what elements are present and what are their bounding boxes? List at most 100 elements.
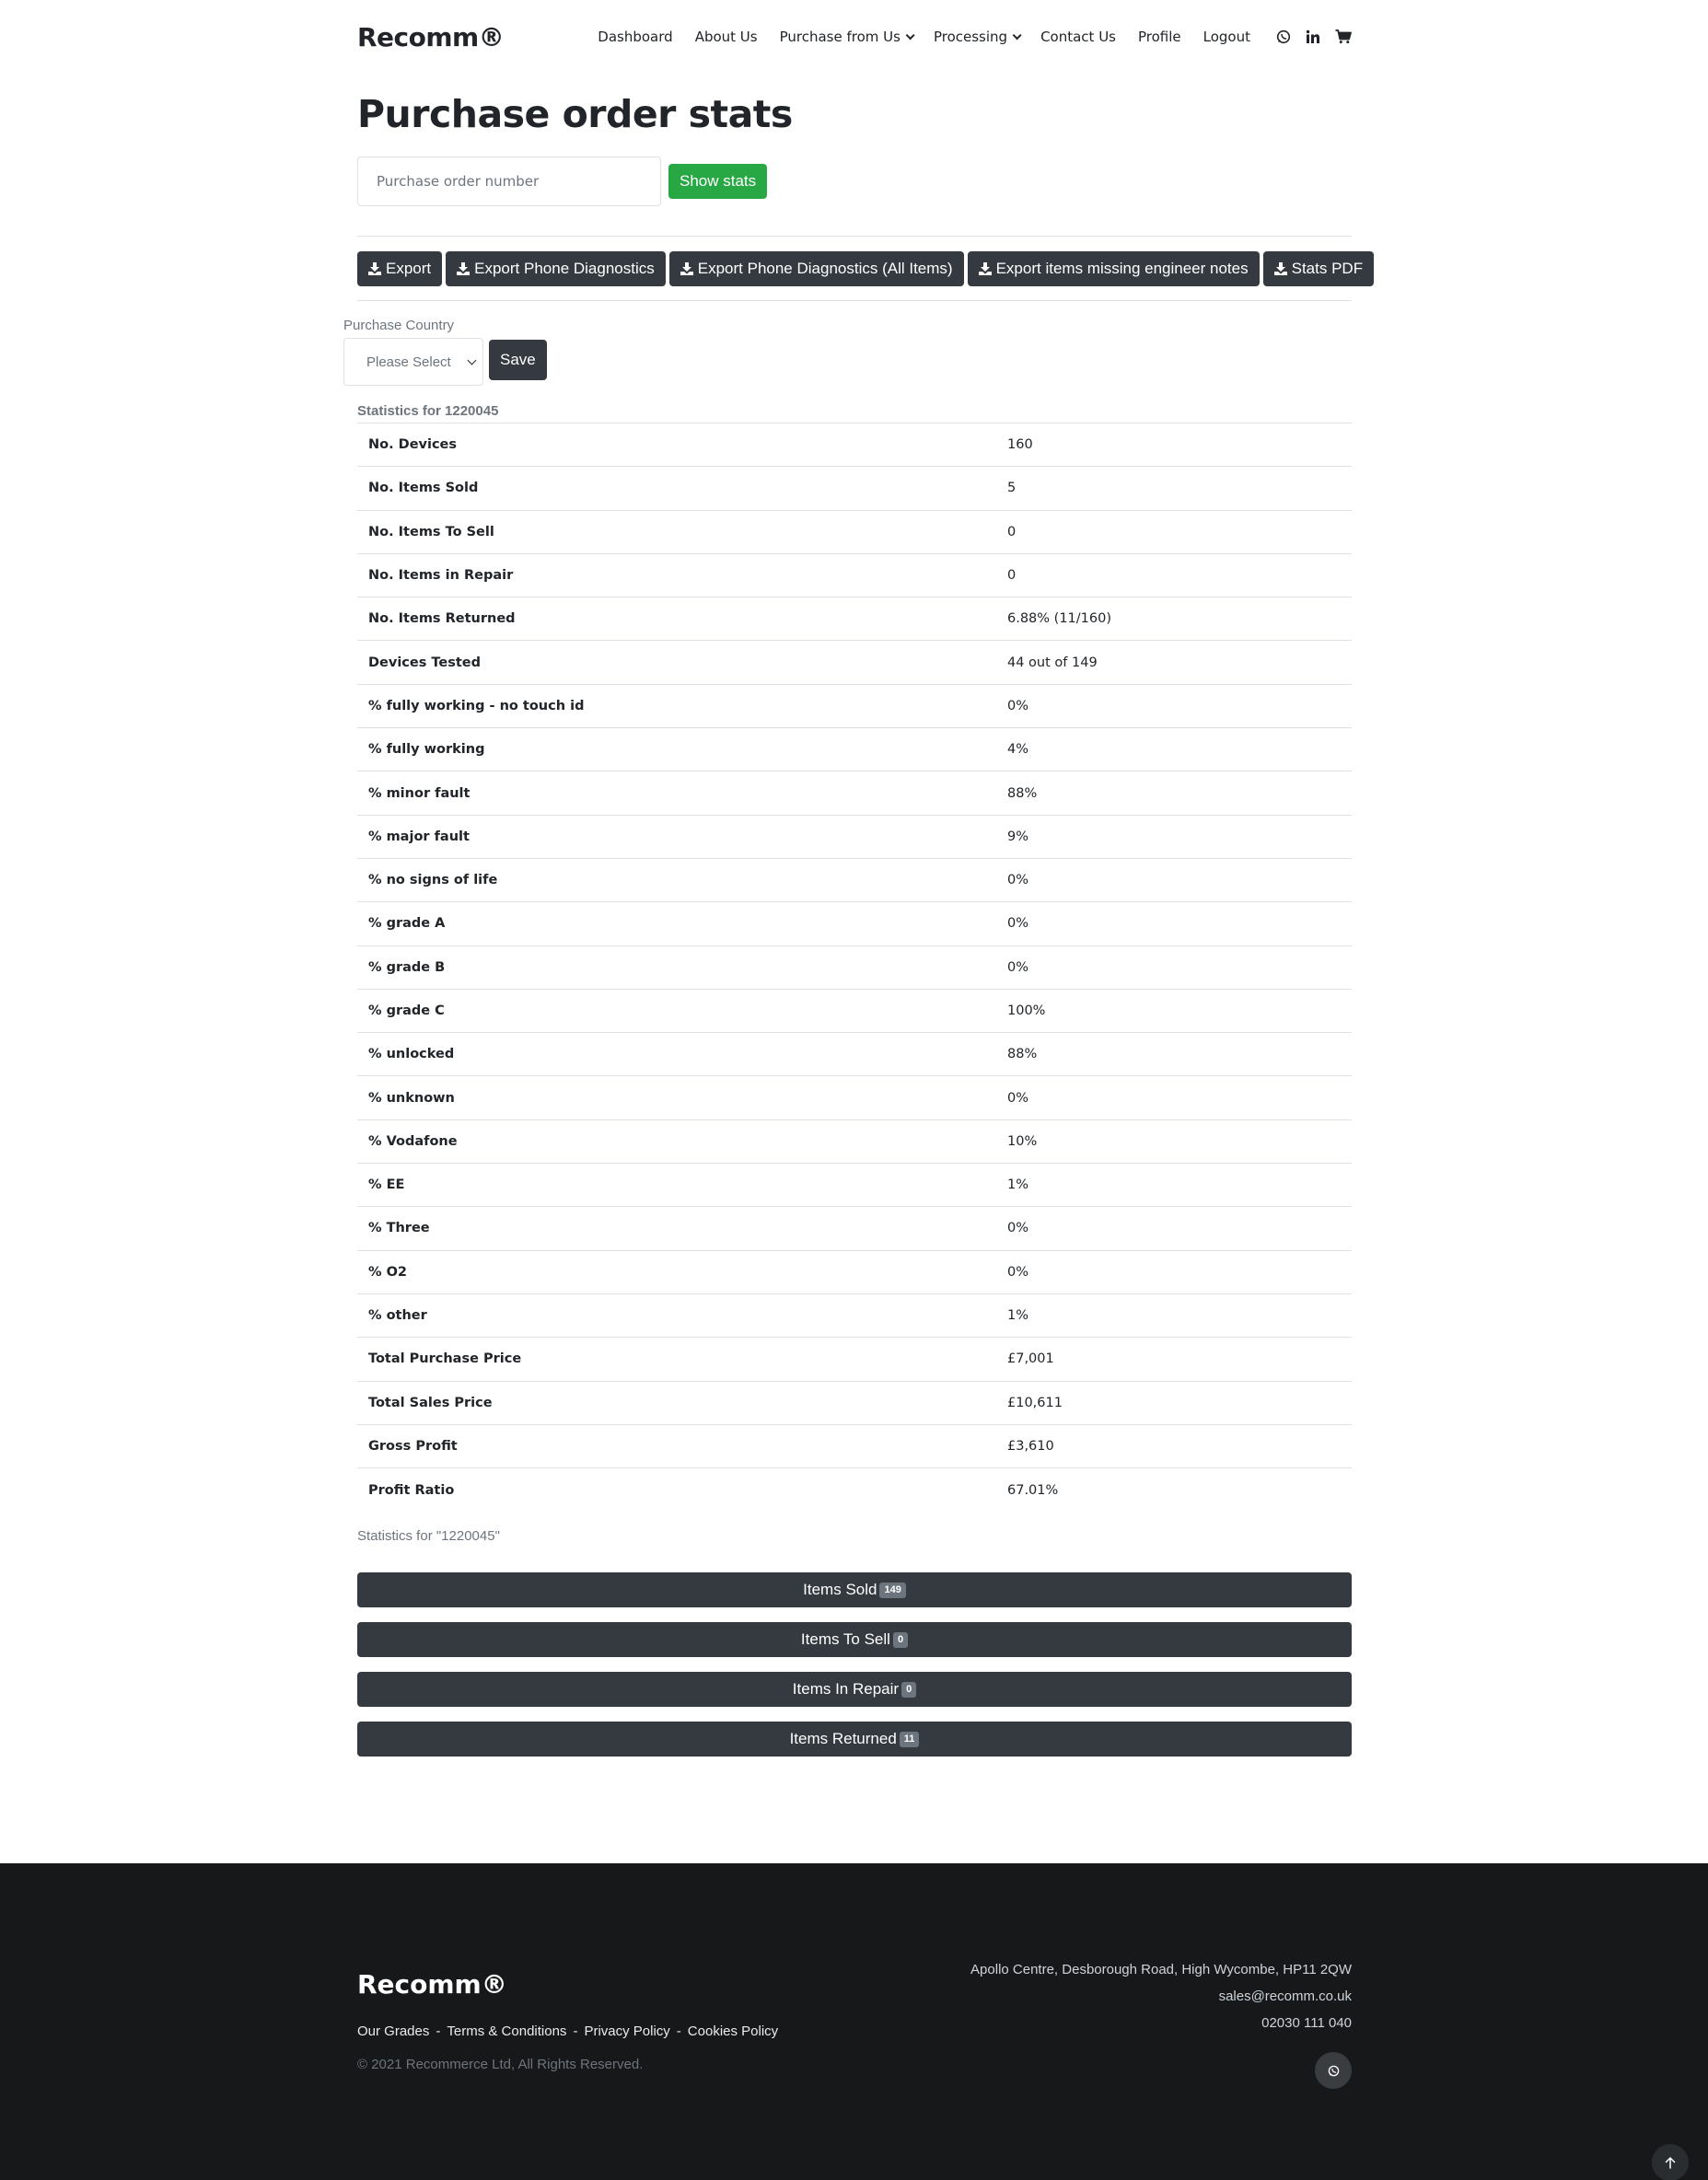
footer-links: Our Grades - Terms & Conditions - Privac… <box>357 2023 778 2039</box>
stat-value: 1% <box>996 1293 1352 1338</box>
export-toolbar: Export Export Phone Diagnostics Export P… <box>357 251 1375 286</box>
stat-value: £3,610 <box>996 1423 1352 1468</box>
stat-value: 0% <box>996 901 1352 946</box>
stat-label: % no signs of life <box>357 857 996 902</box>
email-link[interactable]: sales@recomm.co.uk <box>970 1983 1352 2010</box>
purchase-country-select[interactable]: Please Select <box>343 338 483 386</box>
stat-value: 0% <box>996 1249 1352 1294</box>
divider <box>357 236 1352 237</box>
table-row: No. Items Returned 6.88% (11/160) <box>357 597 1352 641</box>
page-title: Purchase order stats <box>357 92 793 136</box>
stat-label: % EE <box>357 1163 996 1207</box>
site-header: Recomm® Dashboard About Us Purchase from… <box>357 0 1352 74</box>
table-row: Devices Tested 44 out of 149 <box>357 640 1352 685</box>
whatsapp-icon[interactable] <box>1276 29 1291 44</box>
nav-logout[interactable]: Logout <box>1203 29 1250 45</box>
stat-label: % grade B <box>357 945 996 990</box>
purchase-country-label: Purchase Country <box>343 318 455 333</box>
chevron-down-icon <box>1012 29 1022 40</box>
nav-dashboard[interactable]: Dashboard <box>598 29 672 45</box>
table-row: % EE 1% <box>357 1163 1352 1207</box>
site-logo[interactable]: Recomm® <box>357 22 505 52</box>
footer-link-cookies[interactable]: Cookies Policy <box>688 2023 778 2039</box>
stat-value: 4% <box>996 727 1352 771</box>
stat-value: 0 <box>996 552 1352 597</box>
back-to-top-button[interactable] <box>1652 2144 1689 2180</box>
link-separator: - <box>676 2023 681 2039</box>
count-badge: 0 <box>901 1681 917 1698</box>
nav-purchase-from-us[interactable]: Purchase from Us <box>780 29 915 45</box>
stat-label: No. Items in Repair <box>357 552 996 597</box>
stats-caption: Statistics for 1220045 <box>357 403 499 419</box>
download-icon <box>1273 262 1287 275</box>
count-badge: 0 <box>892 1631 909 1648</box>
footer-whatsapp-button[interactable] <box>1315 2052 1352 2089</box>
nav-contact-us[interactable]: Contact Us <box>1040 29 1116 45</box>
site-footer: Recomm® Our Grades - Terms & Conditions … <box>0 1863 1708 2180</box>
button-label: Items To Sell <box>800 1630 890 1648</box>
nav-about-us[interactable]: About Us <box>695 29 758 45</box>
stats-footnote: Statistics for "1220045" <box>357 1528 500 1544</box>
items-returned-button[interactable]: Items Returned 11 <box>357 1722 1352 1757</box>
table-row: % unknown 0% <box>357 1075 1352 1120</box>
table-row: % unlocked 88% <box>357 1032 1352 1076</box>
download-icon <box>457 262 471 275</box>
link-separator: - <box>436 2023 441 2039</box>
nav-profile[interactable]: Profile <box>1138 29 1181 45</box>
stat-value: 88% <box>996 1032 1352 1076</box>
items-sold-button[interactable]: Items Sold 149 <box>357 1572 1352 1607</box>
show-stats-button[interactable]: Show stats <box>668 164 768 199</box>
table-row: No. Items in Repair 0 <box>357 552 1352 597</box>
stat-label: % grade C <box>357 988 996 1033</box>
export-phone-diagnostics-all-button[interactable]: Export Phone Diagnostics (All Items) <box>668 251 964 286</box>
button-label: Export <box>386 260 432 277</box>
nav-label: Contact Us <box>1040 29 1116 45</box>
table-row: No. Devices 160 <box>357 422 1352 467</box>
table-row: % O2 0% <box>357 1249 1352 1294</box>
button-label: Export Phone Diagnostics <box>474 260 655 277</box>
stat-label: No. Devices <box>357 422 996 467</box>
stats-pdf-button[interactable]: Stats PDF <box>1262 251 1375 286</box>
footer-link-terms[interactable]: Terms & Conditions <box>447 2023 566 2039</box>
download-icon <box>680 262 693 275</box>
footer-link-privacy[interactable]: Privacy Policy <box>584 2023 669 2039</box>
table-row: % grade B 0% <box>357 945 1352 990</box>
stat-label: % O2 <box>357 1249 996 1294</box>
table-row: Total Purchase Price £7,001 <box>357 1337 1352 1382</box>
stat-value: £7,001 <box>996 1337 1352 1382</box>
nav-label: Logout <box>1203 29 1250 45</box>
stat-value: 44 out of 149 <box>996 640 1352 685</box>
phone-link[interactable]: 02030 111 040 <box>970 2010 1352 2036</box>
save-button[interactable]: Save <box>489 340 547 380</box>
stat-label: % Vodafone <box>357 1119 996 1164</box>
stat-value: 0% <box>996 857 1352 902</box>
export-missing-engineer-notes-button[interactable]: Export items missing engineer notes <box>967 251 1260 286</box>
social-links <box>1276 29 1352 44</box>
stat-label: Devices Tested <box>357 640 996 685</box>
stat-value: 9% <box>996 814 1352 859</box>
stats-table: No. Devices 160 No. Items Sold 5 No. Items T… <box>357 422 1352 1512</box>
download-icon <box>368 262 381 275</box>
items-to-sell-button[interactable]: Items To Sell 0 <box>357 1622 1352 1657</box>
chevron-down-icon <box>905 29 915 40</box>
items-in-repair-button[interactable]: Items In Repair 0 <box>357 1672 1352 1707</box>
main-nav: Dashboard About Us Purchase from Us Proc… <box>575 29 1352 45</box>
button-label: Items Returned <box>789 1730 897 1747</box>
purchase-order-input[interactable]: Purchase order number <box>357 157 661 206</box>
stat-label: % major fault <box>357 814 996 859</box>
linkedin-icon[interactable] <box>1306 29 1320 44</box>
cart-icon[interactable] <box>1335 29 1352 44</box>
divider <box>357 300 1352 301</box>
stat-value: £10,611 <box>996 1380 1352 1425</box>
export-button[interactable]: Export <box>357 251 443 286</box>
stat-value: 1% <box>996 1163 1352 1207</box>
export-phone-diagnostics-button[interactable]: Export Phone Diagnostics <box>446 251 666 286</box>
chevron-down-icon <box>467 355 477 365</box>
footer-logo[interactable]: Recomm® <box>357 1969 507 2000</box>
nav-processing[interactable]: Processing <box>934 29 1022 45</box>
footer-link-our-grades[interactable]: Our Grades <box>357 2023 429 2039</box>
stat-label: % unknown <box>357 1075 996 1120</box>
stat-value: 160 <box>996 422 1352 467</box>
stat-label: % unlocked <box>357 1032 996 1076</box>
select-value: Please Select <box>366 354 451 370</box>
